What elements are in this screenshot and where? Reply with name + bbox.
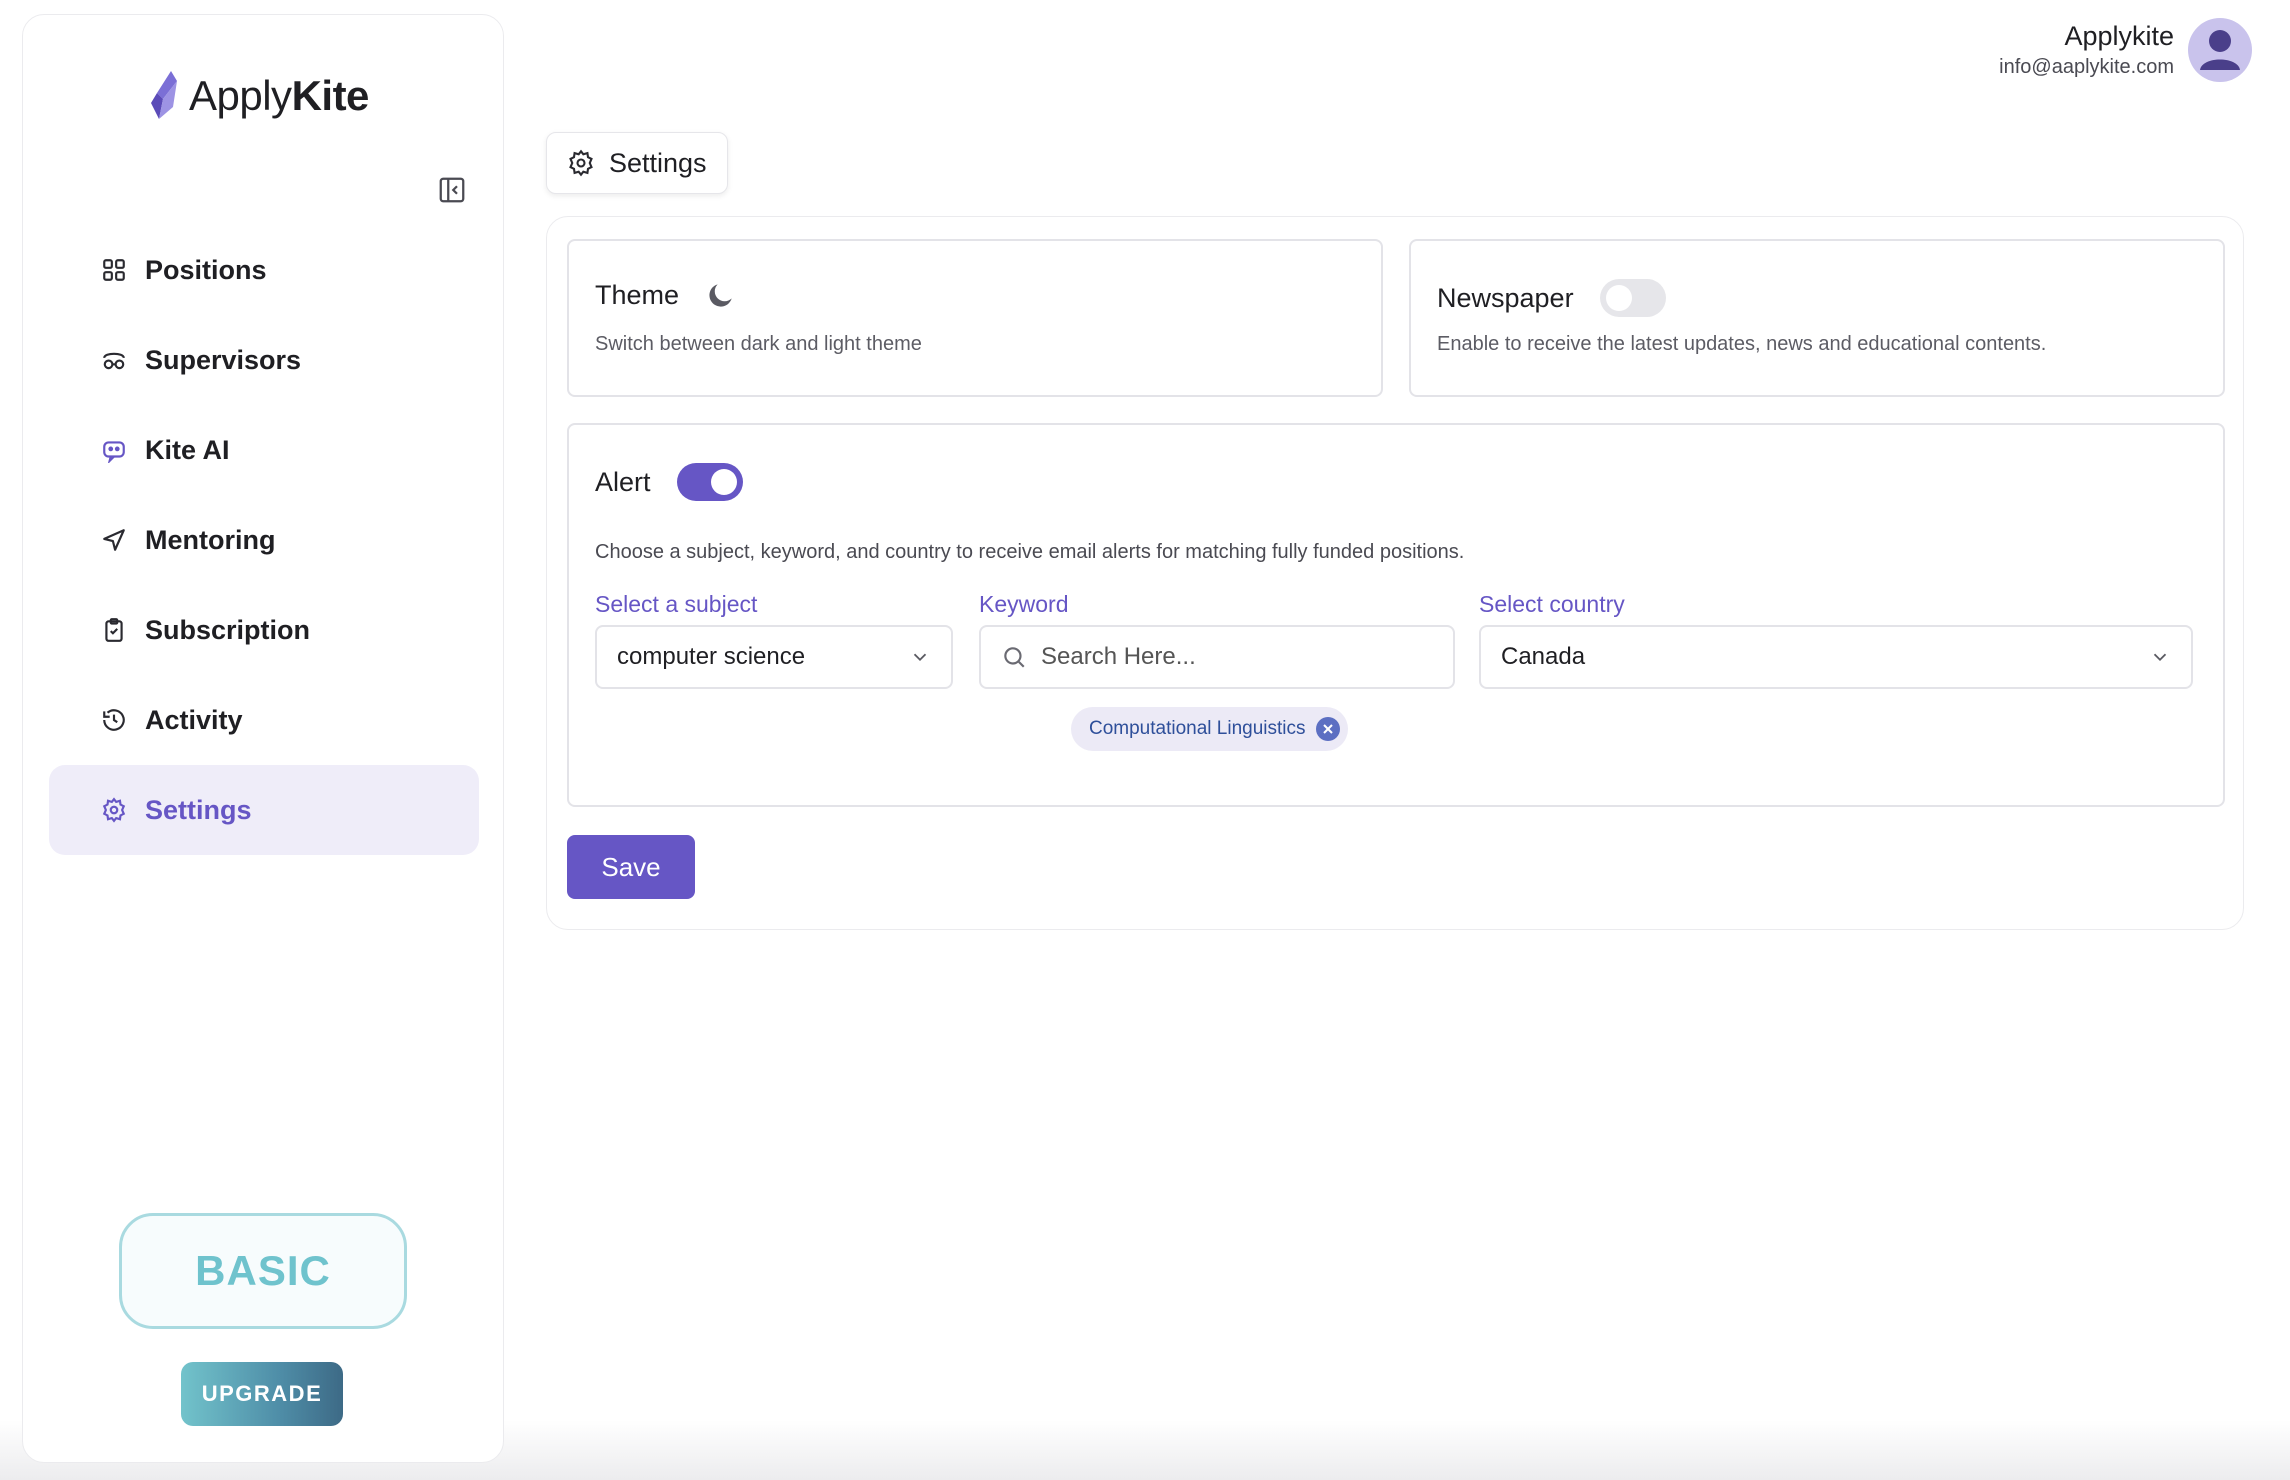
panel-left-icon <box>439 177 465 203</box>
clipboard-check-icon <box>99 615 129 645</box>
theme-description: Switch between dark and light theme <box>595 333 922 355</box>
sidebar-item-label: Subscription <box>145 614 311 645</box>
kite-logo-icon <box>151 71 177 119</box>
newspaper-toggle[interactable] <box>1599 279 1666 317</box>
alert-title-row: Alert <box>595 463 743 501</box>
sidebar: ApplyKite Positions Supervisors Kite AI <box>22 14 504 1463</box>
sidebar-item-kite-ai[interactable]: Kite AI <box>49 405 479 495</box>
country-select[interactable]: Canada <box>1479 625 2193 689</box>
save-button[interactable]: Save <box>567 835 695 899</box>
brand-name: ApplyKite <box>189 72 369 119</box>
sidebar-item-settings[interactable]: Settings <box>49 765 479 855</box>
sidebar-collapse-button[interactable] <box>435 173 469 207</box>
grid-icon <box>99 255 129 285</box>
sidebar-item-supervisors[interactable]: Supervisors <box>49 315 479 405</box>
sidebar-item-subscription[interactable]: Subscription <box>49 585 479 675</box>
newspaper-description: Enable to receive the latest updates, ne… <box>1437 333 2047 355</box>
subject-label: Select a subject <box>595 591 758 617</box>
avatar[interactable] <box>2188 18 2252 82</box>
alert-panel: Alert Choose a subject, keyword, and cou… <box>567 423 2225 807</box>
user-info: Applykite info@aaplykite.com <box>1999 21 2174 79</box>
chevron-down-icon <box>913 653 927 662</box>
toggle-knob <box>1605 285 1632 311</box>
country-value: Canada <box>1501 643 1586 670</box>
tab-label: Settings <box>609 147 707 178</box>
sidebar-item-activity[interactable]: Activity <box>49 675 479 765</box>
subject-select[interactable]: computer science <box>595 625 953 689</box>
sidebar-item-label: Positions <box>145 254 267 285</box>
keyword-input[interactable] <box>1041 643 1433 671</box>
plan-badge: BASIC <box>119 1213 407 1329</box>
sidebar-item-label: Mentoring <box>145 524 276 555</box>
theme-panel: Theme Switch between dark and light them… <box>567 239 1383 397</box>
settings-card: Theme Switch between dark and light them… <box>546 216 2244 930</box>
search-icon <box>1004 647 1025 668</box>
subject-value: computer science <box>617 643 806 670</box>
toggle-knob <box>710 469 737 495</box>
gear-icon <box>99 795 129 825</box>
user-name: Applykite <box>2064 21 2174 51</box>
glasses-icon <box>99 345 129 375</box>
alert-description: Choose a subject, keyword, and country t… <box>595 541 1465 563</box>
bot-icon <box>99 435 129 465</box>
sidebar-nav: Positions Supervisors Kite AI Mentoring … <box>49 225 479 855</box>
remove-chip-button[interactable] <box>1315 717 1340 741</box>
tab-settings[interactable]: Settings <box>546 132 728 194</box>
send-icon <box>99 525 129 555</box>
newspaper-title-row: Newspaper <box>1437 279 1666 317</box>
theme-title: Theme <box>595 279 680 310</box>
sidebar-item-mentoring[interactable]: Mentoring <box>49 495 479 585</box>
sidebar-item-label: Kite AI <box>145 434 230 465</box>
alert-toggle[interactable] <box>676 463 743 501</box>
theme-title-row: Theme <box>595 279 737 311</box>
country-label: Select country <box>1479 591 1625 617</box>
user-email: info@aaplykite.com <box>1999 56 2174 78</box>
sidebar-item-label: Supervisors <box>145 344 302 375</box>
keyword-chip: Computational Linguistics <box>1071 707 1348 751</box>
newspaper-title: Newspaper <box>1437 282 1574 313</box>
keyword-label: Keyword <box>979 591 1069 617</box>
theme-toggle-button[interactable] <box>705 279 737 311</box>
newspaper-panel: Newspaper Enable to receive the latest u… <box>1409 239 2225 397</box>
sidebar-item-label: Activity <box>145 704 243 735</box>
alert-title: Alert <box>595 466 651 497</box>
upgrade-button[interactable]: UPGRADE <box>181 1362 343 1426</box>
user-avatar-icon <box>2200 30 2240 70</box>
close-icon <box>1322 724 1333 734</box>
sidebar-item-label: Settings <box>145 794 252 825</box>
user-profile[interactable]: Applykite info@aaplykite.com <box>1999 18 2252 82</box>
chevron-down-icon <box>2153 653 2167 662</box>
history-icon <box>99 705 129 735</box>
moon-icon <box>709 284 732 307</box>
sidebar-item-positions[interactable]: Positions <box>49 225 479 315</box>
keyword-field[interactable] <box>979 625 1455 689</box>
applykite-logo[interactable]: ApplyKite <box>147 61 369 131</box>
gear-icon <box>569 149 593 177</box>
keyword-chip-label: Computational Linguistics <box>1089 718 1306 739</box>
